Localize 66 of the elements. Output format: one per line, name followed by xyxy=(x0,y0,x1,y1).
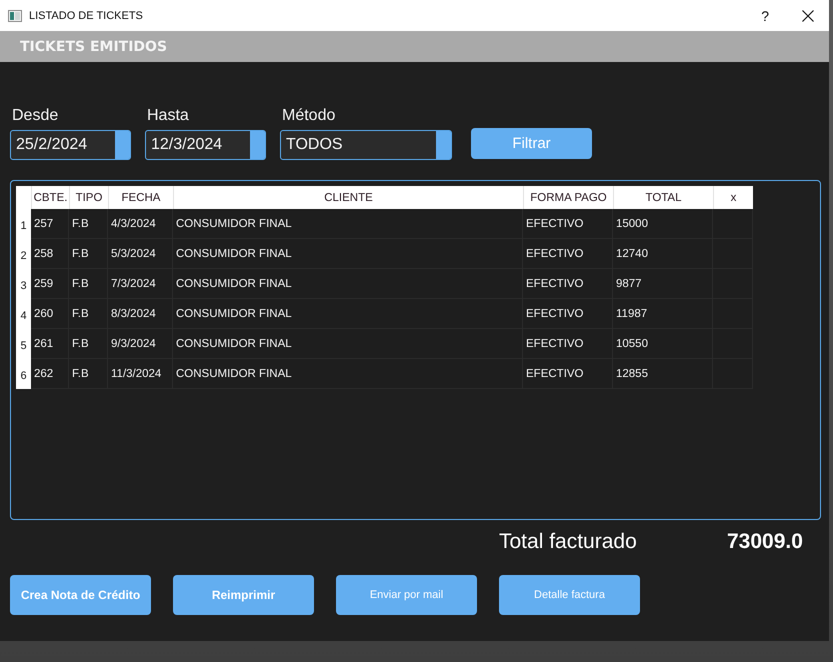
table-cell: 260 xyxy=(31,299,69,329)
table-cell: F.B xyxy=(69,329,108,359)
table-cell: 5/3/2024 xyxy=(108,239,173,269)
table-cell: EFECTIVO xyxy=(523,239,613,269)
table-cell: CONSUMIDOR FINAL xyxy=(173,209,523,239)
total-value: 73009.0 xyxy=(727,530,803,554)
close-icon[interactable] xyxy=(802,10,814,22)
column-header[interactable]: x xyxy=(713,186,753,209)
table-cell: 257 xyxy=(31,209,69,239)
table-cell: 261 xyxy=(31,329,69,359)
table-cell: EFECTIVO xyxy=(523,299,613,329)
row-number: 3 xyxy=(16,269,31,299)
method-dropdown[interactable]: TODOS xyxy=(280,130,452,160)
column-header[interactable]: FECHA xyxy=(108,186,173,209)
table-cell: 11/3/2024 xyxy=(108,359,173,389)
table-cell: F.B xyxy=(69,209,108,239)
row-number: 6 xyxy=(16,359,31,389)
table-cell: 259 xyxy=(31,269,69,299)
table-cell: EFECTIVO xyxy=(523,329,613,359)
table-cell: CONSUMIDOR FINAL xyxy=(173,359,523,389)
window-title: LISTADO DE TICKETS xyxy=(29,10,143,22)
table-cell: 262 xyxy=(31,359,69,389)
table-cell: 8/3/2024 xyxy=(108,299,173,329)
row-number: 2 xyxy=(16,239,31,269)
table-cell: 12855 xyxy=(613,359,713,389)
table-cell: 258 xyxy=(31,239,69,269)
row-number: 5 xyxy=(16,329,31,359)
dropdown-button[interactable] xyxy=(250,131,265,159)
column-header[interactable]: TOTAL xyxy=(613,186,713,209)
row-number: 1 xyxy=(16,209,31,239)
table-cell: 15000 xyxy=(613,209,713,239)
table-cell: 4/3/2024 xyxy=(108,209,173,239)
table-cell: F.B xyxy=(69,269,108,299)
field-label: Método xyxy=(282,107,336,125)
dropdown-button[interactable] xyxy=(436,131,451,159)
column-header[interactable]: CBTE. xyxy=(31,186,69,209)
table-cell: CONSUMIDOR FINAL xyxy=(173,239,523,269)
table-cell: CONSUMIDOR FINAL xyxy=(173,299,523,329)
table-cell: EFECTIVO xyxy=(523,359,613,389)
table-cell: 11987 xyxy=(613,299,713,329)
column-header[interactable]: CLIENTE xyxy=(173,186,523,209)
help-button[interactable]: ? xyxy=(761,8,769,24)
table-cell: EFECTIVO xyxy=(523,209,613,239)
column-header[interactable]: FORMA PAGO xyxy=(523,186,613,209)
table-cell: 12740 xyxy=(613,239,713,269)
table-cell: F.B xyxy=(69,239,108,269)
dropdown-button[interactable] xyxy=(115,131,130,159)
table-cell: CONSUMIDOR FINAL xyxy=(173,329,523,359)
table-cell: 9877 xyxy=(613,269,713,299)
date-field[interactable]: 25/2/2024 xyxy=(10,130,131,160)
app-icon xyxy=(8,10,22,22)
section-header: TICKETS EMITIDOS xyxy=(0,31,829,62)
field-label: Desde xyxy=(12,107,60,125)
table-cell: CONSUMIDOR FINAL xyxy=(173,269,523,299)
table-cell: EFECTIVO xyxy=(523,269,613,299)
header-corner[interactable] xyxy=(16,186,31,209)
table-cell: 9/3/2024 xyxy=(108,329,173,359)
table-cell: 7/3/2024 xyxy=(108,269,173,299)
total-label: Total facturado xyxy=(499,530,638,554)
field-label: Hasta xyxy=(147,107,190,125)
table-cell: F.B xyxy=(69,359,108,389)
row-number: 4 xyxy=(16,299,31,329)
column-header[interactable]: TIPO xyxy=(69,186,108,209)
date-field[interactable]: 12/3/2024 xyxy=(145,130,266,160)
table-cell: 10550 xyxy=(613,329,713,359)
table-cell: F.B xyxy=(69,299,108,329)
